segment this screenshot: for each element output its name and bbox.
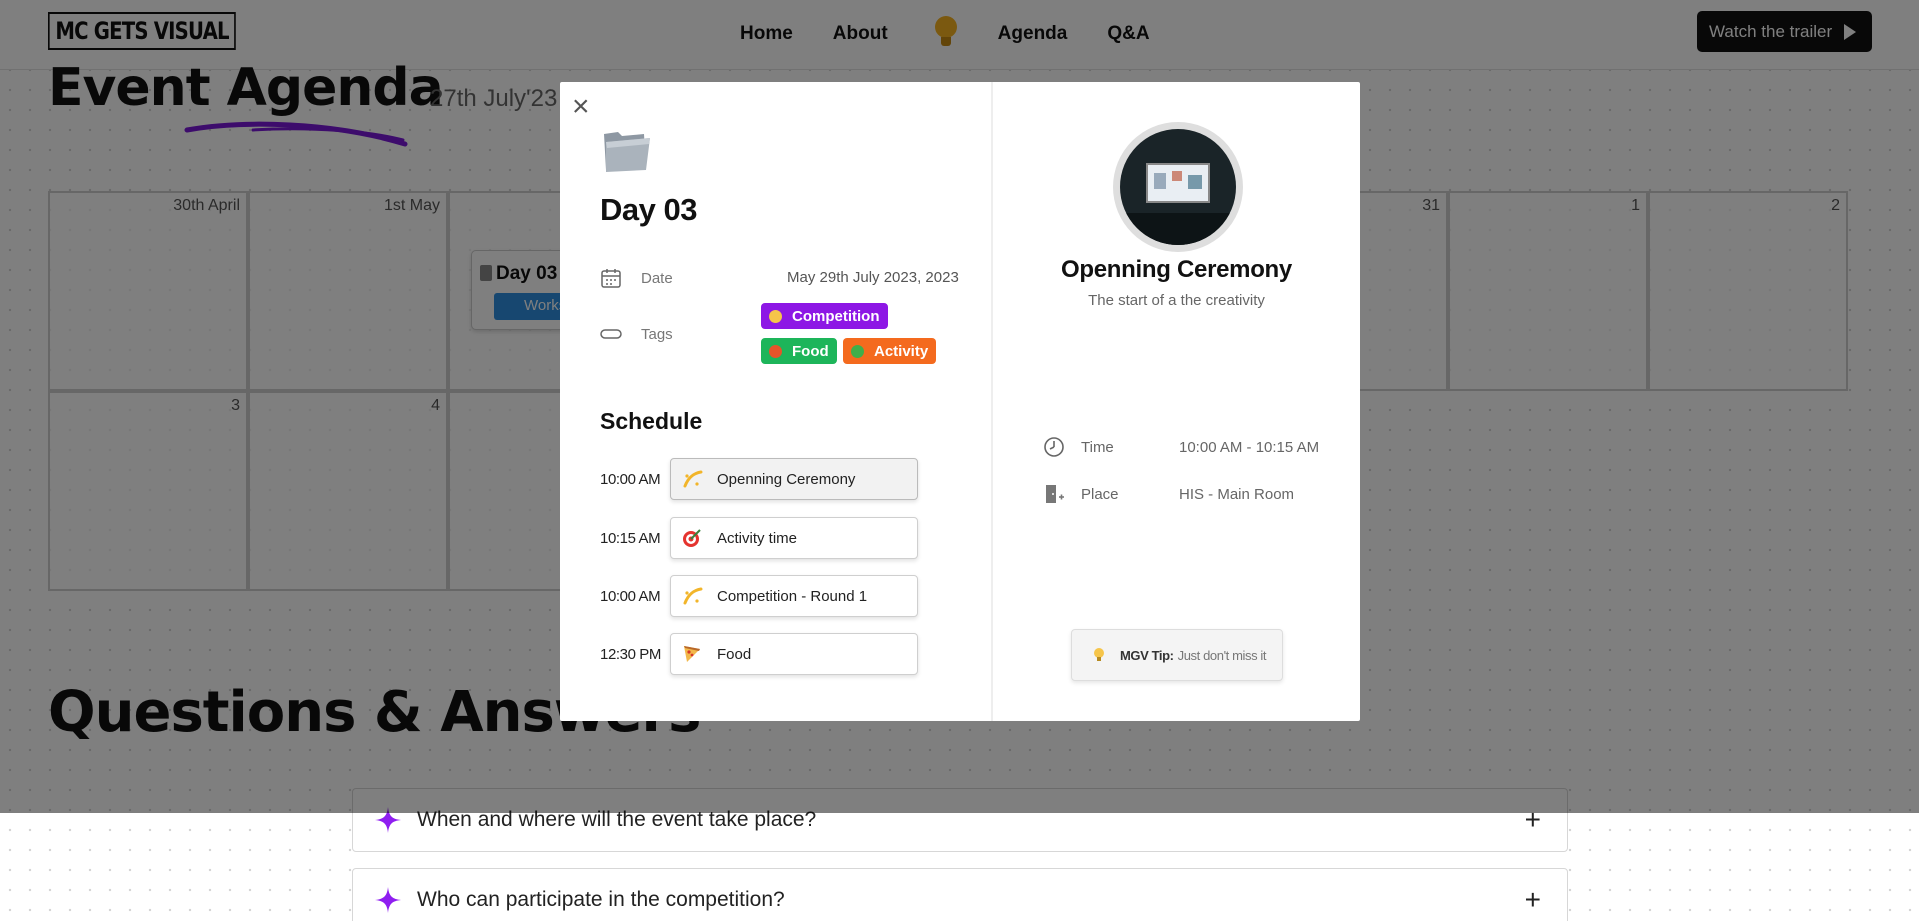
schedule-title: Schedule xyxy=(600,408,703,434)
date-label: Date xyxy=(641,269,673,287)
tag-activity[interactable]: Activity xyxy=(843,338,937,364)
sparkle-icon xyxy=(375,887,401,913)
tag-food[interactable]: Food xyxy=(761,338,837,364)
tip-label: MGV Tip: xyxy=(1120,647,1174,663)
lightbulb-icon xyxy=(1094,648,1104,662)
schedule-label: Competition - Round 1 xyxy=(717,587,868,605)
event-description: The start of a the creativity xyxy=(1088,292,1265,309)
time-label: Time xyxy=(1081,438,1114,456)
schedule-row: 12:30 PM Food xyxy=(600,633,918,675)
sparkle-icon xyxy=(769,309,782,323)
calendar-icon xyxy=(601,269,621,288)
event-name: Openning Ceremony xyxy=(1061,256,1292,283)
date-property: Date xyxy=(600,267,673,289)
schedule-label: Openning Ceremony xyxy=(717,470,856,488)
clock-icon xyxy=(1044,437,1064,457)
folder-icon xyxy=(604,132,650,172)
sparkle-icon xyxy=(683,470,703,488)
plus-icon[interactable]: + xyxy=(1525,884,1541,916)
pizza-icon xyxy=(684,646,700,662)
tag-label: Competition xyxy=(792,307,880,325)
tag-competition[interactable]: Competition xyxy=(761,303,888,329)
schedule-time: 12:30 PM xyxy=(600,645,662,663)
modal-day-title: Day 03 xyxy=(600,192,697,227)
schedule-time: 10:15 AM xyxy=(600,529,661,547)
schedule-item-activity-time[interactable]: Activity time xyxy=(670,517,918,559)
pizza-icon xyxy=(769,344,782,358)
tip-box: MGV Tip: Just don't miss it xyxy=(1071,629,1283,681)
modal-details-panel: × Day 03 Date May 29th July 2023, 2023 T… xyxy=(560,82,991,721)
schedule-row: 10:15 AM Activity time xyxy=(600,517,918,559)
tip-text: Just don't miss it xyxy=(1177,647,1267,663)
schedule-row: 10:00 AM Openning Ceremony xyxy=(600,458,918,500)
schedule-time: 10:00 AM xyxy=(600,587,661,605)
schedule-item-competition-round-1[interactable]: Competition - Round 1 xyxy=(670,575,918,617)
tags-label: Tags xyxy=(641,325,673,343)
place-label: Place xyxy=(1081,485,1119,503)
schedule-time: 10:00 AM xyxy=(600,470,661,488)
place-value: HIS - Main Room xyxy=(1179,485,1295,503)
sparkle-icon xyxy=(683,587,703,605)
faq-item[interactable]: Who can participate in the competition? … xyxy=(352,868,1568,921)
tag-outline-icon xyxy=(600,329,622,339)
time-value: 10:00 AM - 10:15 AM xyxy=(1179,438,1320,456)
modal-event-detail-panel: Openning Ceremony The start of a the cre… xyxy=(993,82,1360,721)
event-modal: × Day 03 Date May 29th July 2023, 2023 T… xyxy=(560,82,1360,721)
activity-icon xyxy=(851,344,864,358)
tags-property: Tags xyxy=(600,323,673,345)
schedule-item-opening-ceremony[interactable]: Openning Ceremony xyxy=(670,458,918,500)
tag-label: Activity xyxy=(874,342,929,360)
date-value: May 29th July 2023, 2023 xyxy=(787,269,959,286)
schedule-row: 10:00 AM Competition - Round 1 xyxy=(600,575,918,617)
schedule-item-food[interactable]: Food xyxy=(670,633,918,675)
door-enter-icon xyxy=(1046,485,1064,503)
event-image xyxy=(1113,122,1243,252)
schedule-label: Activity time xyxy=(717,529,798,547)
tag-label: Food xyxy=(792,342,829,360)
schedule-label: Food xyxy=(717,645,752,663)
close-icon[interactable]: × xyxy=(572,92,590,122)
faq-question: Who can participate in the competition? xyxy=(417,888,785,911)
time-row: Time 10:00 AM - 10:15 AM xyxy=(1043,436,1319,458)
place-row: Place HIS - Main Room xyxy=(1043,483,1294,505)
target-icon xyxy=(683,529,701,547)
